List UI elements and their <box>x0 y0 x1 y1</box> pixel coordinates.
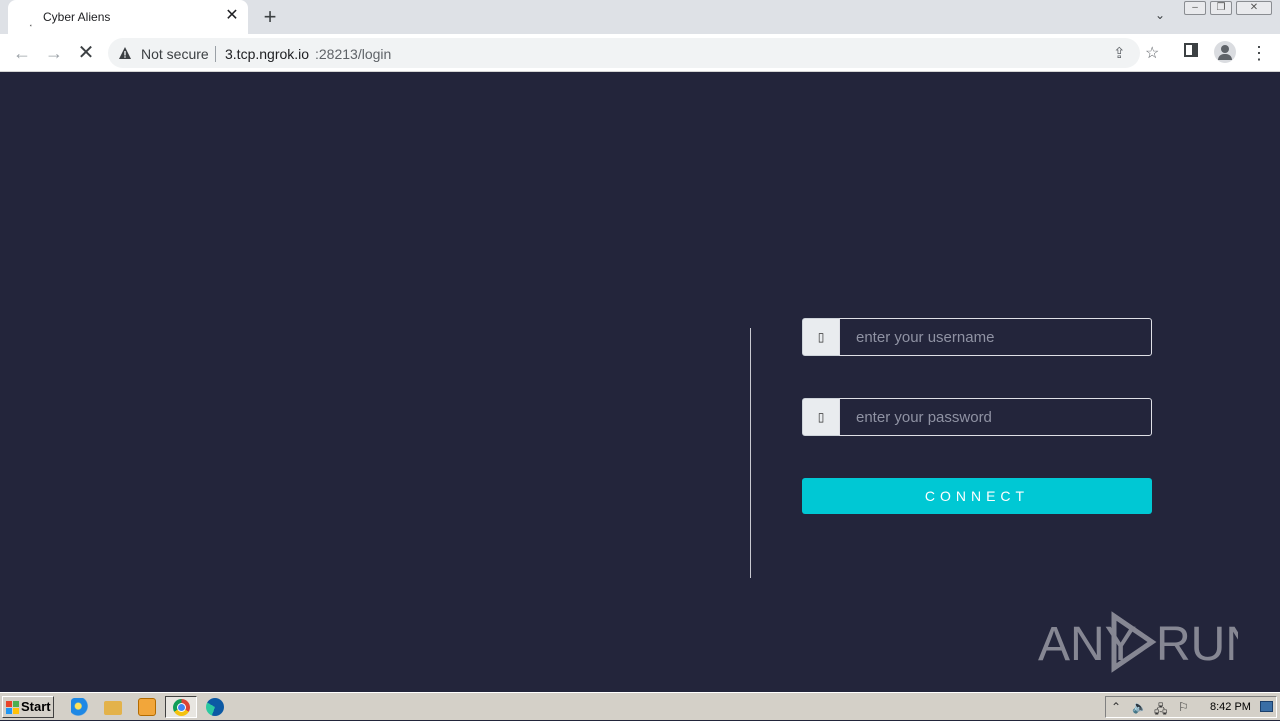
password-field-group: ▯ <box>802 398 1152 436</box>
start-label: Start <box>21 699 51 714</box>
tab-close-icon[interactable]: ✕ <box>224 8 240 24</box>
tab-strip: ⸼ Cyber Aliens ✕ + ⌄ – ❐ ✕ <box>0 0 1280 34</box>
window-maximize-button[interactable]: ❐ <box>1210 1 1232 15</box>
taskbar: Start ⌃ 🔈 🖧 ⚐ 8:42 PM <box>0 692 1280 720</box>
edge-icon[interactable] <box>206 698 224 716</box>
action-center-flag-icon[interactable]: ⚐ <box>1178 700 1189 714</box>
window-minimize-button[interactable]: – <box>1184 1 1206 15</box>
address-bar[interactable]: Not secure 3.tcp.ngrok.io :28213/login ⇪… <box>108 38 1159 68</box>
username-input[interactable] <box>839 318 1152 356</box>
browser-menu-icon[interactable]: ⋮ <box>1250 41 1268 65</box>
back-button[interactable]: ← <box>10 41 34 65</box>
svg-text:RUN: RUN <box>1156 618 1238 671</box>
system-tray: ⌃ 🔈 🖧 ⚐ 8:42 PM <box>1105 696 1277 718</box>
window-close-button[interactable]: ✕ <box>1236 1 1272 15</box>
network-icon[interactable]: 🖧 <box>1154 700 1167 721</box>
tab-cyber-aliens[interactable]: ⸼ Cyber Aliens ✕ <box>8 0 248 34</box>
vertical-divider <box>750 328 751 578</box>
show-desktop-icon[interactable] <box>1260 701 1273 712</box>
forward-button[interactable]: → <box>42 41 66 65</box>
anyrun-watermark-logo: ANY RUN <box>1038 611 1238 673</box>
profile-avatar-icon[interactable] <box>1214 41 1236 63</box>
share-icon[interactable]: ⇪ <box>1113 44 1126 62</box>
media-player-icon[interactable] <box>138 698 156 716</box>
new-tab-button[interactable]: + <box>258 5 282 29</box>
file-explorer-icon[interactable] <box>104 701 122 715</box>
taskbar-clock[interactable]: 8:42 PM <box>1210 701 1251 713</box>
tab-title: Cyber Aliens <box>43 10 111 24</box>
stop-loading-button[interactable]: ✕ <box>74 41 98 65</box>
address-separator <box>215 46 216 62</box>
chrome-taskbar-button[interactable] <box>165 696 197 718</box>
warning-icon[interactable] <box>118 46 132 60</box>
lock-icon: ▯ <box>802 398 840 436</box>
internet-explorer-icon[interactable] <box>71 698 89 716</box>
chrome-icon <box>173 699 190 716</box>
show-hidden-icons-icon[interactable]: ⌃ <box>1111 700 1121 714</box>
start-button[interactable]: Start <box>2 696 54 718</box>
bookmark-star-icon[interactable]: ☆ <box>1145 43 1159 63</box>
url-host[interactable]: 3.tcp.ngrok.io <box>225 46 309 62</box>
login-page: ▯ ▯ CONNECT ANY RUN <box>0 72 1280 692</box>
volume-icon[interactable]: 🔈 <box>1132 700 1147 714</box>
windows-logo-icon <box>6 701 19 714</box>
user-icon: ▯ <box>802 318 840 356</box>
side-panel-icon[interactable] <box>1184 43 1198 57</box>
password-input[interactable] <box>839 398 1152 436</box>
username-field-group: ▯ <box>802 318 1152 356</box>
connect-button[interactable]: CONNECT <box>802 478 1152 514</box>
url-path[interactable]: :28213/login <box>315 46 391 62</box>
browser-toolbar: ← → ✕ Not secure 3.tcp.ngrok.io :28213/l… <box>0 34 1280 72</box>
security-status-label[interactable]: Not secure <box>141 46 209 62</box>
tab-search-chevron-icon[interactable]: ⌄ <box>1150 8 1170 26</box>
loading-favicon-icon: ⸼ <box>30 16 33 27</box>
